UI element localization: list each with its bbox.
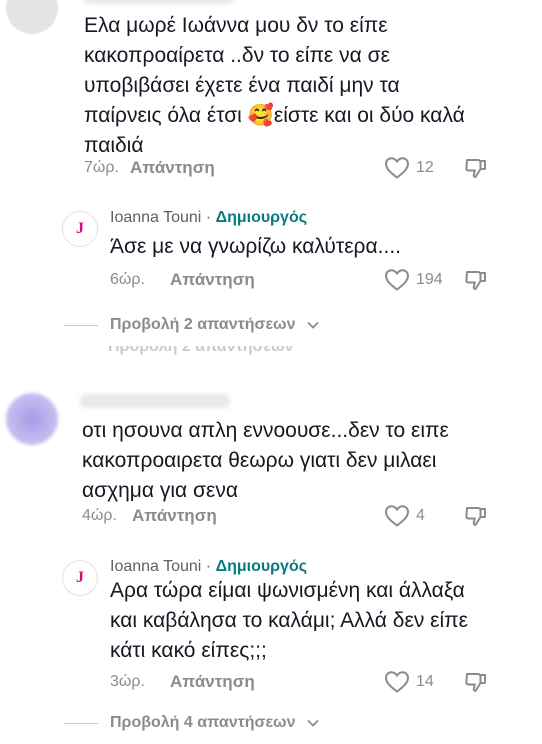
like-button[interactable]: 194 [384,268,443,292]
divider [64,324,98,326]
reply-text: Αρα τώρα είμαι ψωνισμένη και άλλαξα και … [110,579,469,662]
like-button[interactable]: 4 [384,504,425,528]
heart-outline-icon [384,671,410,693]
divider [64,722,98,724]
commenter-username-blurred[interactable] [80,394,230,408]
like-count: 4 [416,507,425,524]
thumbs-down-icon[interactable] [463,503,489,529]
comment-text: Ελα μωρέ Ιωάννα μου δν το είπε κακοπροαί… [84,14,465,157]
comment-timestamp: 7ώρ. [84,159,119,176]
like-count: 12 [416,159,434,176]
like-button[interactable]: 12 [384,156,434,180]
reply-author-name[interactable]: Ioanna Touni [110,558,201,575]
author-separator: · [201,558,216,575]
chevron-down-icon [307,321,320,329]
view-replies-button[interactable]: Προβολή 2 απαντήσεων [64,316,320,334]
author-separator: · [201,209,216,226]
view-replies-label: Προβολή 4 απαντήσεων [110,714,296,731]
comment-timestamp: 4ώρ. [82,507,117,524]
thumbs-down-icon[interactable] [463,267,489,293]
reply-button[interactable]: Απάντηση [170,270,255,290]
creator-badge: Δημιουργός [215,209,308,226]
thumbs-down-icon[interactable] [463,669,489,695]
creator-avatar[interactable]: J [62,560,98,596]
like-button[interactable]: 14 [384,670,434,694]
reply-button[interactable]: Απάντηση [170,672,255,692]
commenter-avatar[interactable] [6,0,58,34]
scroll-ghost-text: Προβολή 2 απαντήσεων [108,346,328,356]
comment-text: οτι ησουνα απλη εννοουσε...δεν το ειπε κ… [82,419,449,502]
reply-text: Άσε με να γνωρίζω καλύτερα.... [110,235,401,258]
reply-button[interactable]: Απάντηση [130,158,215,178]
reply-button[interactable]: Απάντηση [132,506,217,526]
reply-author-name[interactable]: Ioanna Touni [110,209,201,226]
like-count: 194 [416,271,443,288]
creator-avatar[interactable]: J [62,211,98,247]
reply-timestamp: 6ώρ. [110,271,145,288]
thumbs-down-icon[interactable] [463,155,489,181]
reply-author-line: Ioanna Touni · Δημιουργός [110,209,307,227]
chevron-down-icon [307,719,320,727]
reply-timestamp: 3ώρ. [110,673,145,690]
heart-outline-icon [384,157,410,179]
view-replies-button[interactable]: Προβολή 4 απαντήσεων [64,714,320,732]
logo-letter: J [76,569,84,586]
commenter-username-blurred[interactable] [84,0,234,4]
heart-outline-icon [384,269,410,291]
logo-letter: J [76,220,84,237]
heart-outline-icon [384,505,410,527]
ghost-view-replies: Προβολή 2 απαντήσεων [108,346,294,355]
commenter-avatar[interactable] [6,393,58,445]
creator-badge: Δημιουργός [215,558,308,575]
like-count: 14 [416,673,434,690]
view-replies-label: Προβολή 2 απαντήσεων [110,316,296,333]
reply-author-line: Ioanna Touni · Δημιουργός [110,558,307,576]
